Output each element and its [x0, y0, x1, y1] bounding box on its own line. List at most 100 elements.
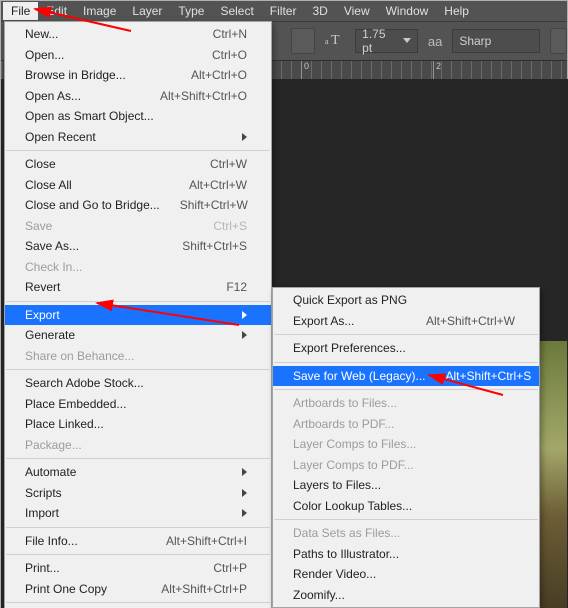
- menubar-item-layer[interactable]: Layer: [124, 2, 170, 20]
- menu-item-accelerator: Ctrl+O: [212, 48, 247, 62]
- export-menu-item-paths-to-illustrator[interactable]: Paths to Illustrator...: [273, 544, 539, 565]
- menu-item-label: Check In...: [25, 260, 247, 274]
- export-menu-item-layer-comps-to-files: Layer Comps to Files...: [273, 434, 539, 455]
- file-menu-item-print[interactable]: Print...Ctrl+P: [5, 558, 271, 579]
- menu-item-accelerator: Alt+Shift+Ctrl+W: [426, 314, 515, 328]
- file-menu-item-save-as[interactable]: Save As...Shift+Ctrl+S: [5, 236, 271, 257]
- file-menu-item-scripts[interactable]: Scripts: [5, 483, 271, 504]
- file-menu-item-automate[interactable]: Automate: [5, 462, 271, 483]
- submenu-arrow-icon: [242, 468, 247, 476]
- file-menu-item-browse-in-bridge[interactable]: Browse in Bridge... Alt+Ctrl+O: [5, 65, 271, 86]
- menu-item-label: Close All: [25, 178, 169, 192]
- menubar-item-select[interactable]: Select: [212, 2, 261, 20]
- toolbar-button[interactable]: [291, 28, 315, 54]
- menu-item-label: Close and Go to Bridge...: [25, 198, 160, 212]
- export-submenu: Quick Export as PNG Export As... Alt+Shift…: [272, 287, 540, 608]
- submenu-arrow-icon: [242, 331, 247, 339]
- document-image: [537, 341, 567, 608]
- file-menu-item-close-all[interactable]: Close AllAlt+Ctrl+W: [5, 175, 271, 196]
- file-menu-separator: [6, 369, 270, 370]
- file-menu-item-search-adobe-stock[interactable]: Search Adobe Stock...: [5, 373, 271, 394]
- file-menu-item-place-embedded[interactable]: Place Embedded...: [5, 394, 271, 415]
- ruler-mark: 0: [301, 61, 309, 79]
- export-menu-item-quick-export-as-png[interactable]: Quick Export as PNG: [273, 290, 539, 311]
- export-menu-item-artboards-to-pdf: Artboards to PDF...: [273, 414, 539, 435]
- menubar-item-window[interactable]: Window: [378, 2, 437, 20]
- menu-item-label: Layer Comps to Files...: [293, 437, 515, 451]
- file-menu-separator: [6, 527, 270, 528]
- menu-item-label: Search Adobe Stock...: [25, 376, 247, 390]
- export-menu-item-zoomify[interactable]: Zoomify...: [273, 585, 539, 606]
- export-menu-separator: [274, 389, 538, 390]
- menu-item-label: Render Video...: [293, 567, 515, 581]
- file-menu-separator: [6, 554, 270, 555]
- file-menu-item-import[interactable]: Import: [5, 503, 271, 524]
- menubar-item-view[interactable]: View: [336, 2, 378, 20]
- file-menu-item-revert[interactable]: Revert F12: [5, 277, 271, 298]
- menubar: FileEditImageLayerTypeSelectFilter3DView…: [1, 1, 567, 22]
- menu-item-label: Export: [25, 308, 226, 322]
- menu-item-label: Zoomify...: [293, 588, 515, 602]
- file-menu-item-new[interactable]: New...Ctrl+N: [5, 24, 271, 45]
- file-menu-separator: [6, 150, 270, 151]
- file-menu-item-place-linked[interactable]: Place Linked...: [5, 414, 271, 435]
- file-menu-item-share-on-behance: Share on Behance...: [5, 346, 271, 367]
- file-menu-item-package: Package...: [5, 435, 271, 456]
- file-menu-item-open-recent[interactable]: Open Recent: [5, 127, 271, 148]
- file-menu-item-file-info[interactable]: File Info...Alt+Shift+Ctrl+I: [5, 531, 271, 552]
- type-size-icon: aT: [325, 32, 345, 51]
- export-menu-item-artboards-to-files: Artboards to Files...: [273, 393, 539, 414]
- menu-item-label: Layer Comps to PDF...: [293, 458, 515, 472]
- export-menu-item-save-for-web-legacy[interactable]: Save for Web (Legacy)...Alt+Shift+Ctrl+S: [273, 366, 539, 387]
- menu-item-accelerator: Alt+Shift+Ctrl+P: [161, 582, 247, 596]
- menu-item-label: Close: [25, 157, 190, 171]
- stroke-width-field[interactable]: 1.75 pt: [355, 29, 418, 53]
- menu-item-label: Package...: [25, 438, 247, 452]
- antialias-mode-field[interactable]: Sharp: [452, 29, 540, 53]
- menu-item-accelerator: F12: [226, 280, 247, 294]
- file-menu-item-generate[interactable]: Generate: [5, 325, 271, 346]
- menu-item-label: Save: [25, 219, 193, 233]
- menu-item-label: Color Lookup Tables...: [293, 499, 515, 513]
- toolbar-button[interactable]: [550, 28, 567, 54]
- menu-item-accelerator: Ctrl+W: [210, 157, 247, 171]
- file-menu-item-open-as-smart-object[interactable]: Open as Smart Object...: [5, 106, 271, 127]
- file-menu-item-open-as[interactable]: Open As...Alt+Shift+Ctrl+O: [5, 86, 271, 107]
- menu-item-accelerator: Shift+Ctrl+W: [180, 198, 248, 212]
- antialias-icon: aa: [428, 34, 442, 49]
- menu-item-label: Place Linked...: [25, 417, 247, 431]
- file-menu-item-print-one-copy[interactable]: Print One CopyAlt+Shift+Ctrl+P: [5, 579, 271, 600]
- menu-item-accelerator: Alt+Ctrl+O: [191, 68, 247, 82]
- file-menu-item-check-in: Check In...: [5, 257, 271, 278]
- menubar-item-image[interactable]: Image: [75, 2, 124, 20]
- menu-item-accelerator: Ctrl+S: [213, 219, 247, 233]
- file-menu-item-open[interactable]: Open...Ctrl+O: [5, 45, 271, 66]
- menu-item-label: Open as Smart Object...: [25, 109, 247, 123]
- menu-item-label: Save As...: [25, 239, 162, 253]
- export-menu-item-color-lookup-tables[interactable]: Color Lookup Tables...: [273, 496, 539, 517]
- menu-item-label: Share on Behance...: [25, 349, 247, 363]
- menu-item-label: Paths to Illustrator...: [293, 547, 515, 561]
- menubar-item-edit[interactable]: Edit: [38, 2, 75, 20]
- file-menu-item-export[interactable]: Export: [5, 305, 271, 326]
- menubar-item-type[interactable]: Type: [170, 2, 212, 20]
- menu-item-label: Browse in Bridge...: [25, 68, 171, 82]
- file-menu-item-close[interactable]: Close Ctrl+W: [5, 154, 271, 175]
- menu-item-label: Export As...: [293, 314, 406, 328]
- file-menu-item-close-and-go-to-bridge[interactable]: Close and Go to Bridge... Shift+Ctrl+W: [5, 195, 271, 216]
- menu-item-label: Layers to Files...: [293, 478, 515, 492]
- export-menu-item-render-video[interactable]: Render Video...: [273, 564, 539, 585]
- menubar-item-file[interactable]: File: [3, 2, 38, 20]
- export-menu-separator: [274, 519, 538, 520]
- menubar-item-3d[interactable]: 3D: [304, 2, 335, 20]
- antialias-mode-value: Sharp: [459, 34, 491, 48]
- menubar-item-help[interactable]: Help: [436, 2, 477, 20]
- menu-item-label: Import: [25, 506, 226, 520]
- export-menu-item-layers-to-files[interactable]: Layers to Files...: [273, 475, 539, 496]
- menu-item-label: Export Preferences...: [293, 341, 515, 355]
- export-menu-item-export-preferences[interactable]: Export Preferences...: [273, 338, 539, 359]
- file-menu-separator: [6, 602, 270, 603]
- export-menu-item-export-as[interactable]: Export As... Alt+Shift+Ctrl+W: [273, 311, 539, 332]
- menu-item-label: Revert: [25, 280, 206, 294]
- menubar-item-filter[interactable]: Filter: [262, 2, 305, 20]
